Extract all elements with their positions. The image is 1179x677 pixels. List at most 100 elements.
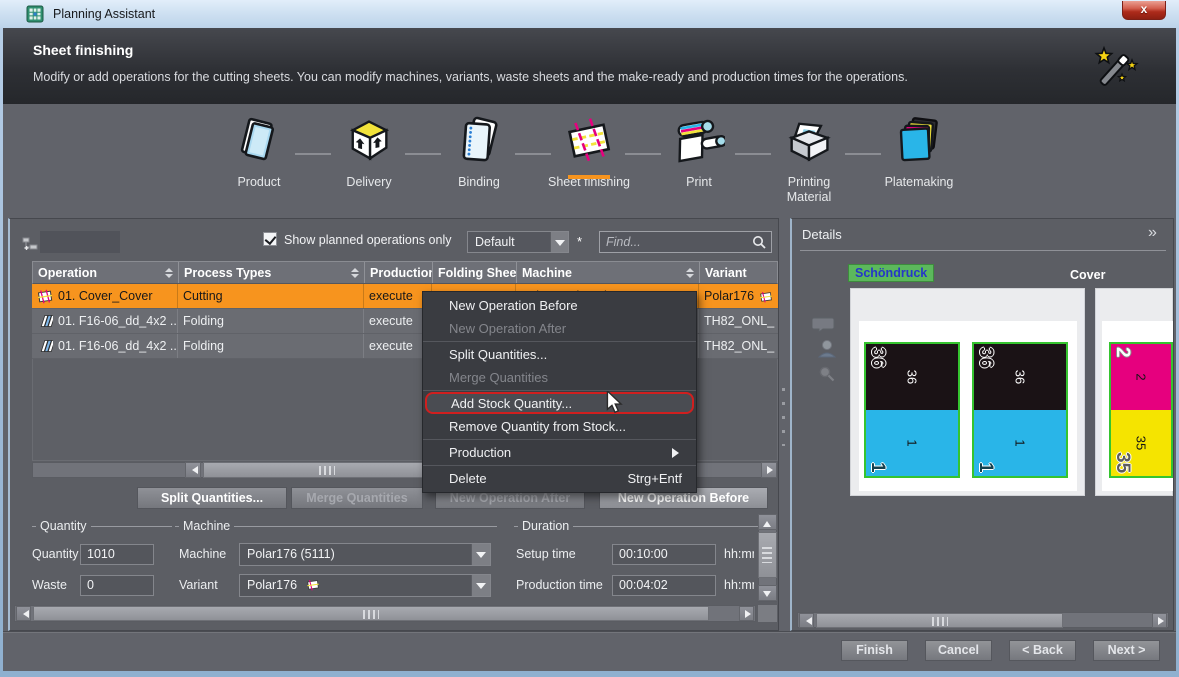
quantity-input[interactable]: 1010 bbox=[80, 544, 154, 565]
delivery-icon bbox=[343, 114, 395, 166]
step-label: Delivery bbox=[327, 175, 411, 190]
setup-time-unit: hh:mm bbox=[724, 547, 754, 561]
step-binding[interactable]: Binding bbox=[424, 114, 534, 190]
menu-item-new-operation-before[interactable]: New Operation Before bbox=[423, 294, 696, 317]
step-label: Platemaking bbox=[877, 175, 961, 190]
search-icon[interactable] bbox=[752, 235, 767, 250]
menu-item-split-quantities[interactable]: Split Quantities... bbox=[423, 343, 696, 366]
scroll-thumb[interactable] bbox=[758, 532, 777, 578]
menu-separator bbox=[423, 341, 696, 342]
step-delivery[interactable]: Delivery bbox=[314, 114, 424, 190]
scroll-left-button[interactable] bbox=[185, 462, 201, 478]
menu-item-delete[interactable]: DeleteStrg+Entf bbox=[423, 467, 696, 490]
column-header-machine[interactable]: Machine bbox=[517, 262, 700, 283]
menu-separator bbox=[423, 465, 696, 466]
scroll-thumb[interactable] bbox=[816, 613, 1063, 628]
waste-input[interactable]: 0 bbox=[80, 575, 154, 596]
scroll-thumb[interactable] bbox=[203, 462, 450, 478]
scroll-up-button[interactable] bbox=[758, 514, 777, 530]
active-step-indicator bbox=[568, 175, 610, 179]
scroll-right-button[interactable] bbox=[761, 462, 777, 478]
tree-view-icon[interactable] bbox=[22, 236, 40, 252]
column-header-operation[interactable]: Operation bbox=[33, 262, 179, 283]
scroll-down-button[interactable] bbox=[758, 585, 777, 601]
menu-separator bbox=[423, 390, 696, 391]
cancel-button[interactable]: Cancel bbox=[925, 640, 992, 661]
scroll-left-button[interactable] bbox=[799, 613, 814, 628]
back-button[interactable]: < Back bbox=[1009, 640, 1076, 661]
finish-button[interactable]: Finish bbox=[841, 640, 908, 661]
folding-icon bbox=[37, 338, 53, 354]
assistant-wand-icon bbox=[1089, 44, 1143, 94]
production-time-label: Production time bbox=[516, 578, 603, 592]
scroll-right-button[interactable] bbox=[1152, 613, 1167, 628]
column-header-folding-sheet[interactable]: Folding Sheet bbox=[433, 262, 517, 283]
wizard-header: Sheet finishing Modify or add operations… bbox=[3, 28, 1176, 104]
quantity-label: Quantity bbox=[32, 547, 79, 561]
details-divider bbox=[800, 250, 1166, 251]
preset-value: Default bbox=[475, 235, 515, 249]
split-quantities-button[interactable]: Split Quantities... bbox=[137, 487, 287, 509]
setup-time-input[interactable]: 00:10:00 bbox=[612, 544, 716, 565]
step-platemaking[interactable]: Platemaking bbox=[864, 114, 974, 190]
footer-divider-highlight bbox=[3, 632, 1176, 633]
column-header-variant[interactable]: Variant bbox=[700, 262, 779, 283]
next-button[interactable]: Next > bbox=[1093, 640, 1160, 661]
machine-dropdown[interactable]: Polar176 (5111) bbox=[239, 543, 491, 566]
mouse-cursor bbox=[604, 391, 626, 415]
step-printing-material[interactable]: Printing Material bbox=[754, 114, 864, 205]
sort-icon bbox=[161, 268, 173, 278]
menu-item-add-stock-quantity[interactable]: Add Stock Quantity... bbox=[425, 392, 694, 414]
variant-dropdown[interactable]: Polar176 bbox=[239, 574, 491, 597]
chevron-down-icon[interactable] bbox=[471, 544, 490, 565]
folding-icon bbox=[37, 313, 53, 329]
comment-icon[interactable] bbox=[812, 315, 836, 333]
column-header-process-types[interactable]: Process Types bbox=[179, 262, 365, 283]
production-time-input[interactable]: 00:04:02 bbox=[612, 575, 716, 596]
scroll-thumb[interactable] bbox=[33, 606, 709, 621]
person-icon[interactable] bbox=[818, 339, 836, 359]
machine-label: Machine bbox=[179, 547, 226, 561]
scroll-right-button[interactable] bbox=[739, 606, 754, 621]
sheet-preview[interactable]: 36 36 1 1 36 36 1 1 bbox=[850, 288, 1085, 496]
chevron-down-icon[interactable] bbox=[471, 575, 490, 596]
setup-time-label: Setup time bbox=[516, 547, 576, 561]
variant-icon bbox=[759, 290, 773, 303]
step-print[interactable]: Print bbox=[644, 114, 754, 190]
chevron-down-icon[interactable] bbox=[550, 232, 568, 252]
scrollbar-corner bbox=[758, 605, 777, 622]
machine-value: Polar176 (5111) bbox=[247, 547, 335, 561]
sheet-preview[interactable]: 2 2 35 35 bbox=[1095, 288, 1173, 496]
panel-splitter[interactable] bbox=[782, 388, 785, 446]
merge-quantities-button[interactable]: Merge Quantities bbox=[291, 487, 423, 509]
menu-item-production[interactable]: Production bbox=[423, 441, 696, 464]
magnifier-icon[interactable] bbox=[818, 365, 836, 383]
menu-item-remove-quantity-from-stock[interactable]: Remove Quantity from Stock... bbox=[423, 415, 696, 438]
operation-filter-box[interactable] bbox=[40, 231, 120, 253]
variant-label: Variant bbox=[179, 578, 218, 592]
menu-item-new-operation-after[interactable]: New Operation After bbox=[423, 317, 696, 340]
show-planned-label: Show planned operations only bbox=[284, 233, 451, 247]
page-preview: 36 36 1 1 bbox=[972, 342, 1068, 478]
title-bar[interactable]: Planning Assistant x bbox=[0, 0, 1179, 28]
production-time-unit: hh:mm bbox=[724, 578, 754, 592]
column-header-production[interactable]: Production bbox=[365, 262, 433, 283]
step-label: Printing Material bbox=[767, 175, 851, 205]
context-menu: New Operation Before New Operation After… bbox=[422, 291, 697, 493]
close-button[interactable]: x bbox=[1122, 1, 1166, 20]
preset-dropdown[interactable]: Default bbox=[467, 231, 569, 253]
find-box[interactable] bbox=[599, 231, 772, 253]
expand-panel-icon[interactable]: » bbox=[1148, 224, 1157, 242]
show-planned-checkbox[interactable] bbox=[263, 232, 277, 246]
find-input[interactable] bbox=[600, 232, 748, 252]
scroll-left-button[interactable] bbox=[16, 606, 31, 621]
sort-icon bbox=[682, 268, 694, 278]
page-preview: 36 36 1 1 bbox=[864, 342, 960, 478]
star-icon bbox=[1118, 74, 1125, 81]
print-icon bbox=[673, 114, 725, 166]
step-label: Print bbox=[657, 175, 741, 190]
waste-label: Waste bbox=[32, 578, 67, 592]
step-product[interactable]: Product bbox=[204, 114, 314, 190]
menu-item-merge-quantities[interactable]: Merge Quantities bbox=[423, 366, 696, 389]
details-title: Details bbox=[802, 227, 842, 242]
